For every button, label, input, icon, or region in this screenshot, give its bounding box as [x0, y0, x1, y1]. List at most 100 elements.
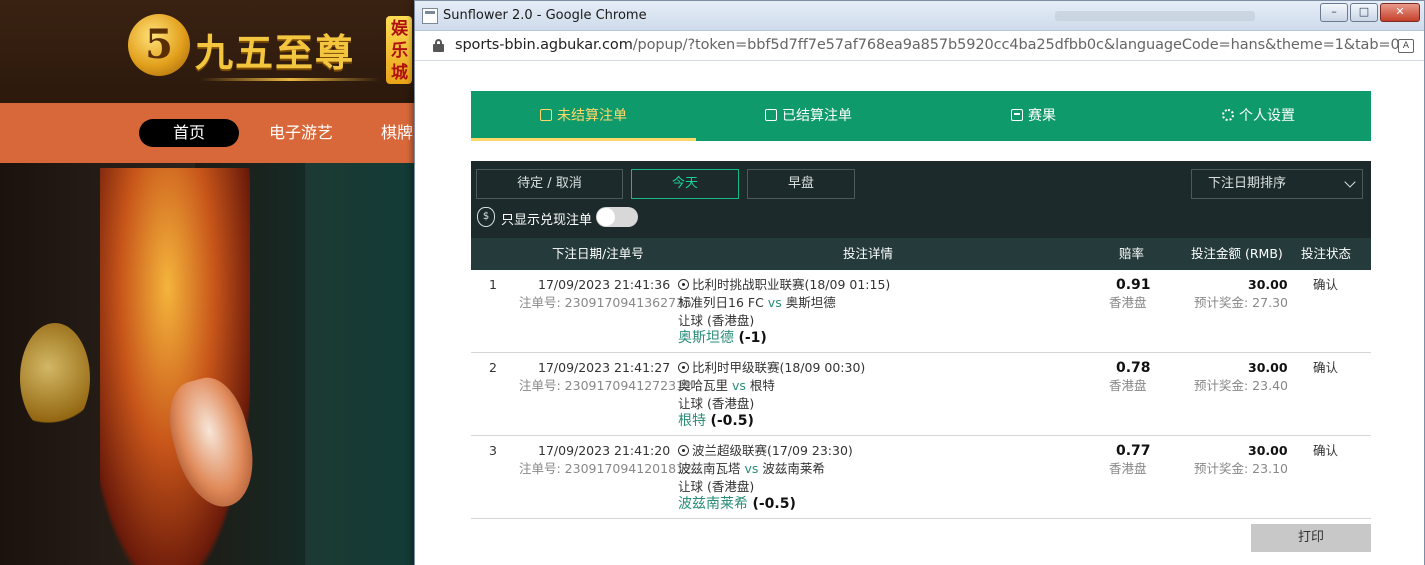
- logo-underline: [200, 78, 380, 81]
- tab-settings[interactable]: 个人设置: [1146, 91, 1371, 141]
- site-nav-home[interactable]: 首页: [139, 119, 239, 147]
- doc-icon: [540, 109, 552, 121]
- row-index: 1: [489, 277, 497, 292]
- table-row: 1 17/09/2023 21:41:36 注单号: 2309170941362…: [471, 270, 1371, 353]
- cashout-only-toggle[interactable]: [596, 207, 638, 227]
- league-line: 比利时甲级联赛(18/09 00:30): [678, 359, 865, 377]
- lock-icon[interactable]: [433, 39, 444, 52]
- stake-amount: 30.00: [1248, 360, 1288, 375]
- money-bag-icon: $: [477, 207, 495, 227]
- table-row: 3 17/09/2023 21:41:20 注单号: 2309170941201…: [471, 436, 1371, 519]
- bet-number: 注单号: 2309170941272312: [519, 378, 692, 393]
- toggle-knob: [597, 208, 615, 226]
- window-title: Sunflower 2.0 - Google Chrome: [443, 8, 647, 23]
- close-button[interactable]: ✕: [1380, 3, 1420, 22]
- league-name: 比利时甲级联赛(18/09 00:30): [692, 360, 866, 375]
- bet-datetime: 17/09/2023 21:41:20: [538, 443, 671, 458]
- bet-status: 确认: [1313, 277, 1339, 292]
- chevron-down-icon: [1344, 176, 1356, 188]
- sort-select[interactable]: 下注日期排序: [1191, 169, 1363, 199]
- site-logo-badge-text: 娱乐城: [391, 19, 408, 83]
- page-content: 未结算注单 已结算注单 赛果 个人设置 待定 / 取消 今天 早盘 下注日期排序…: [415, 62, 1424, 565]
- minimize-button[interactable]: –: [1320, 3, 1348, 22]
- soccer-ball-icon: [678, 445, 689, 456]
- print-button[interactable]: 打印: [1251, 524, 1371, 552]
- filter-pending-cancel-button[interactable]: 待定 / 取消: [476, 169, 623, 199]
- site-nav-slots[interactable]: 电子游艺: [269, 119, 333, 147]
- vs-label: vs: [732, 378, 746, 393]
- bet-number: 注单号: 2309170941362735: [519, 295, 692, 310]
- pick-handicap: (-0.5): [752, 496, 796, 512]
- table-row: 2 17/09/2023 21:41:27 注单号: 2309170941272…: [471, 353, 1371, 436]
- odds-type: 香港盘: [1109, 461, 1147, 476]
- stake-amount: 30.00: [1248, 443, 1288, 458]
- market-type: 让球 (香港盘): [678, 479, 755, 494]
- bet-pick: 奥斯坦德 (-1): [678, 329, 767, 347]
- vs-label: vs: [767, 295, 782, 310]
- row-index: 3: [489, 443, 497, 458]
- sort-select-value: 下注日期排序: [1208, 176, 1287, 191]
- browser-window: Sunflower 2.0 - Google Chrome – □ ✕ spor…: [414, 0, 1425, 565]
- bet-tabs: 未结算注单 已结算注单 赛果 个人设置: [471, 91, 1371, 141]
- away-team: 根特: [749, 378, 775, 393]
- filter-early-button[interactable]: 早盘: [747, 169, 855, 199]
- tab-settings-label: 个人设置: [1239, 108, 1295, 124]
- title-blurred-text: [1055, 11, 1255, 21]
- window-icon: [422, 8, 438, 24]
- hero-banner: [0, 163, 420, 565]
- tab-settled[interactable]: 已结算注单: [696, 91, 921, 141]
- header-status: 投注状态: [1301, 246, 1352, 261]
- tab-unsettled[interactable]: 未结算注单: [471, 91, 696, 141]
- translate-icon[interactable]: A: [1398, 39, 1414, 53]
- tab-settled-label: 已结算注单: [782, 108, 852, 124]
- market-type: 让球 (香港盘): [678, 313, 755, 328]
- odds-type: 香港盘: [1109, 295, 1147, 310]
- header-odds: 赔率: [1119, 246, 1145, 261]
- league-line: 比利时挑战职业联赛(18/09 01:15): [678, 276, 890, 294]
- site-nav-cards[interactable]: 棋牌: [381, 119, 413, 147]
- url-path: /popup/?token=bbf5d7ff7e57af768ea9a857b5…: [632, 37, 1400, 53]
- check-doc-icon: [765, 109, 777, 121]
- estimated-payout: 预计奖金: 23.10: [1194, 461, 1288, 476]
- url-host: sports-bbin.agbukar.com: [455, 37, 633, 53]
- header-detail: 投注详情: [843, 246, 894, 261]
- filter-today-button[interactable]: 今天: [631, 169, 739, 199]
- scoreboard-icon: [1011, 109, 1023, 121]
- pick-team: 根特: [678, 413, 706, 429]
- match-teams: 标准列日16 FC vs 奥斯坦德: [678, 294, 836, 312]
- match-teams: 奥哈瓦里 vs 根特: [678, 377, 775, 395]
- pick-team: 奥斯坦德: [678, 330, 734, 346]
- maximize-button[interactable]: □: [1350, 3, 1378, 22]
- home-team: 奥哈瓦里: [678, 378, 729, 393]
- pick-team: 波兹南莱希: [678, 496, 748, 512]
- site-logo-mark[interactable]: 5: [128, 14, 190, 76]
- url-text[interactable]: sports-bbin.agbukar.com/popup/?token=bbf…: [455, 37, 1400, 53]
- odds-type: 香港盘: [1109, 378, 1147, 393]
- cashout-only-label: 只显示兑现注单: [501, 213, 593, 228]
- league-name: 波兰超级联赛(17/09 23:30): [692, 443, 853, 458]
- bet-number: 注单号: 2309170941201812: [519, 461, 692, 476]
- tab-results[interactable]: 赛果: [921, 91, 1146, 141]
- background-site: 5 九五至尊 娱乐城 首页 电子游艺 棋牌: [0, 0, 420, 565]
- tab-unsettled-label: 未结算注单: [557, 108, 627, 124]
- league-name: 比利时挑战职业联赛(18/09 01:15): [692, 277, 891, 292]
- gold-coin-image: [20, 323, 90, 433]
- bet-pick: 根特 (-0.5): [678, 412, 754, 430]
- bet-pick: 波兹南莱希 (-0.5): [678, 495, 796, 513]
- pick-handicap: (-0.5): [710, 413, 754, 429]
- title-bar[interactable]: Sunflower 2.0 - Google Chrome – □ ✕: [415, 1, 1424, 31]
- soccer-ball-icon: [678, 279, 689, 290]
- odds-value: 0.77: [1116, 443, 1151, 459]
- header-date: 下注日期/注单号: [552, 246, 644, 261]
- odds-value: 0.78: [1116, 360, 1151, 376]
- league-line: 波兰超级联赛(17/09 23:30): [678, 442, 853, 460]
- bet-datetime: 17/09/2023 21:41:36: [538, 277, 671, 292]
- row-index: 2: [489, 360, 497, 375]
- stake-amount: 30.00: [1248, 277, 1288, 292]
- pick-handicap: (-1): [738, 330, 767, 346]
- table-header: 下注日期/注单号 投注详情 赔率 投注金额 (RMB) 投注状态: [471, 238, 1371, 270]
- filter-bar: 待定 / 取消 今天 早盘 下注日期排序 $ 只显示兑现注单: [471, 161, 1371, 238]
- odds-value: 0.91: [1116, 277, 1151, 293]
- site-logo-text[interactable]: 九五至尊: [195, 22, 355, 77]
- address-bar[interactable]: sports-bbin.agbukar.com/popup/?token=bbf…: [415, 31, 1424, 61]
